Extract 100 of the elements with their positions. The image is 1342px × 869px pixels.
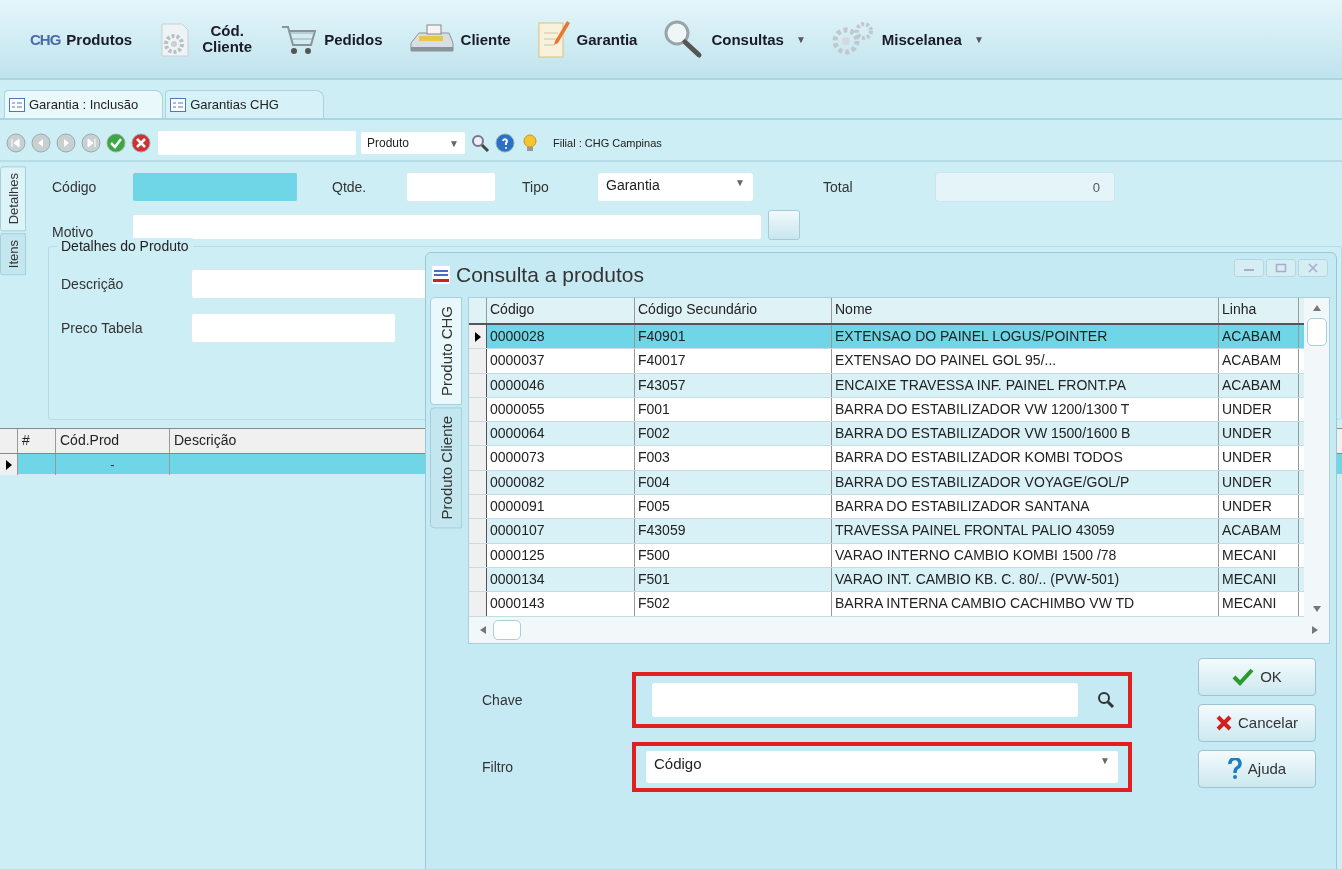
logo: CHG — [30, 30, 61, 48]
ok-button[interactable]: OK — [1198, 657, 1316, 696]
last-button[interactable] — [81, 133, 101, 153]
type-dropdown[interactable]: Garantia ▼ — [598, 173, 753, 201]
maximize-button[interactable] — [1266, 259, 1296, 277]
vertical-scrollbar[interactable] — [1304, 298, 1329, 617]
table-cell: MECANI — [1219, 567, 1299, 592]
table-cell: F502 — [635, 592, 832, 616]
scroll-up-icon[interactable] — [1311, 304, 1322, 312]
search-button[interactable] — [470, 133, 490, 153]
field-label: Qtde. — [332, 179, 368, 195]
table-cell: 0000073 — [487, 446, 635, 470]
table-row[interactable]: 0000091 F005 BARRA DO ESTABILIZADOR SANTANA UNDER — [469, 495, 1304, 520]
check-icon — [1232, 667, 1255, 686]
table-cell: ACABAM — [1219, 349, 1299, 373]
column-header[interactable]: Código — [487, 298, 635, 323]
table-cell: 0000028 — [487, 325, 635, 349]
group-title: Detalhes do Produto — [57, 238, 193, 254]
table-cell: 0000134 — [487, 567, 635, 592]
table-row[interactable]: 0000134 F501 VARAO INT. CAMBIO KB. C. 80/.. (PVW-501) MECANI — [469, 567, 1304, 593]
table-cell: EXTENSAO DO PAINEL LOGUS/POINTER — [832, 325, 1219, 349]
column-header: # — [18, 429, 56, 453]
lookup-button[interactable] — [768, 210, 800, 240]
code-field[interactable] — [132, 172, 298, 202]
field-dropdown[interactable]: Produto ▼ — [361, 132, 465, 154]
table-row[interactable]: 0000073 F003 BARRA DO ESTABILIZADOR KOMBI TODOS UNDER — [469, 446, 1304, 471]
app-icon — [432, 266, 450, 284]
x-icon — [1216, 714, 1232, 731]
field-label: Descrição — [61, 276, 125, 292]
maximize-icon — [1275, 263, 1287, 273]
table-row[interactable]: 0000082 F004 BARRA DO ESTABILIZADOR VOYAGE/GOL/P UNDER — [469, 470, 1304, 496]
form-icon — [170, 97, 187, 112]
table-row[interactable]: 0000037 F40017 EXTENSAO DO PAINEL GOL 95/... ACABAM — [469, 349, 1304, 374]
toolbar-button[interactable]: Pedidos — [270, 9, 391, 69]
table-cell: BARRA DO ESTABILIZADOR VW 1200/1300 T — [832, 397, 1219, 422]
quantity-field[interactable] — [406, 172, 496, 202]
table-row[interactable]: 0000046 F43057 ENCAIXE TRAVESSA INF. PAINEL FRONT.PA ACABAM — [469, 373, 1304, 398]
cancel-button[interactable]: Cancelar — [1198, 703, 1316, 742]
side-tab[interactable]: Itens — [0, 233, 26, 276]
column-header[interactable]: Código Secundário — [635, 298, 832, 323]
table-row[interactable]: 0000028 F40901 EXTENSAO DO PAINEL LOGUS/POINTER ACABAM — [469, 325, 1304, 350]
cancel-button[interactable] — [131, 133, 151, 153]
table-cell: F002 — [635, 422, 832, 446]
lightbulb-button[interactable] — [520, 133, 540, 153]
confirm-button[interactable] — [106, 133, 126, 153]
document-tab[interactable]: Garantia : Inclusão — [4, 90, 164, 118]
scroll-right-icon[interactable] — [1311, 624, 1319, 635]
help-button[interactable] — [495, 133, 515, 153]
previous-button[interactable] — [31, 133, 51, 153]
scroll-down-icon[interactable] — [1311, 604, 1322, 613]
search-icon[interactable] — [1096, 689, 1116, 710]
row-pointer-icon — [5, 459, 12, 470]
table-row[interactable]: 0000055 F001 BARRA DO ESTABILIZADOR VW 1200/1300 T UNDER — [469, 397, 1304, 423]
toolbar-button[interactable]: CHG Produtos — [22, 9, 141, 69]
scroll-thumb[interactable] — [493, 619, 521, 640]
scroll-thumb[interactable] — [1306, 318, 1327, 346]
table-row[interactable]: 0000107 F43059 TRAVESSA PAINEL FRONTAL PALIO 43059 ACABAM — [469, 519, 1304, 544]
key-field[interactable] — [652, 682, 1078, 717]
filter-dropdown[interactable]: Código ▼ — [646, 750, 1118, 783]
column-header: Cód.Prod — [56, 429, 170, 453]
toolbar-button[interactable]: Miscelanea ▼ — [821, 9, 992, 69]
first-button[interactable] — [6, 133, 26, 153]
document-tab[interactable]: Garantias CHG — [165, 90, 324, 118]
question-icon — [1227, 757, 1242, 780]
row-pointer-icon — [474, 331, 481, 342]
side-tab[interactable]: Produto Cliente — [430, 407, 462, 529]
table-row[interactable]: 0000064 F002 BARRA DO ESTABILIZADOR VW 1500/1600 B UNDER — [469, 422, 1304, 447]
table-cell: 0000107 — [487, 519, 635, 543]
toolbar-button[interactable]: Cliente — [398, 9, 519, 69]
table-cell: VARAO INT. CAMBIO KB. C. 80/.. (PVW-501) — [832, 567, 1219, 592]
reason-dropdown[interactable] — [132, 214, 762, 240]
toolbar-button[interactable]: Cód. Cliente — [148, 9, 263, 69]
table-cell: TRAVESSA PAINEL FRONTAL PALIO 43059 — [832, 519, 1219, 543]
column-header[interactable]: Nome — [832, 298, 1219, 323]
toolbar-button[interactable]: Consultas ▼ — [653, 9, 814, 69]
table-cell: 0000064 — [487, 422, 635, 446]
field-label: Preco Tabela — [61, 320, 144, 336]
table-cell: 0000037 — [487, 349, 635, 373]
minimize-button[interactable] — [1234, 259, 1264, 277]
table-row[interactable]: 0000143 F502 BARRA INTERNA CAMBIO CACHIMBO VW TD MECANI — [469, 592, 1304, 617]
help-button[interactable]: Ajuda — [1198, 749, 1316, 788]
side-tab[interactable]: Produto CHG — [430, 297, 462, 406]
table-cell: UNDER — [1219, 422, 1299, 446]
next-button[interactable] — [56, 133, 76, 153]
table-cell: BARRA DO ESTABILIZADOR VOYAGE/GOL/P — [832, 470, 1219, 495]
total-field: 0 — [935, 172, 1115, 202]
horizontal-scrollbar[interactable] — [469, 616, 1329, 643]
search-field[interactable] — [158, 131, 356, 155]
column-header[interactable]: Linha — [1219, 298, 1299, 323]
dialog-title: Consulta a produtos — [456, 263, 644, 287]
table-cell: BARRA DO ESTABILIZADOR SANTANA — [832, 495, 1219, 519]
form-icon — [9, 97, 25, 112]
price-field[interactable] — [191, 313, 396, 343]
table-cell: 0000143 — [487, 592, 635, 616]
table-cell: F003 — [635, 446, 832, 470]
toolbar-button[interactable]: Garantia — [526, 9, 646, 69]
scroll-left-icon[interactable] — [479, 624, 487, 635]
table-row[interactable]: 0000125 F500 VARAO INTERNO CAMBIO KOMBI 1500 /78 MECANI — [469, 543, 1304, 568]
close-button[interactable] — [1298, 259, 1328, 277]
side-tab[interactable]: Detalhes — [0, 166, 26, 232]
